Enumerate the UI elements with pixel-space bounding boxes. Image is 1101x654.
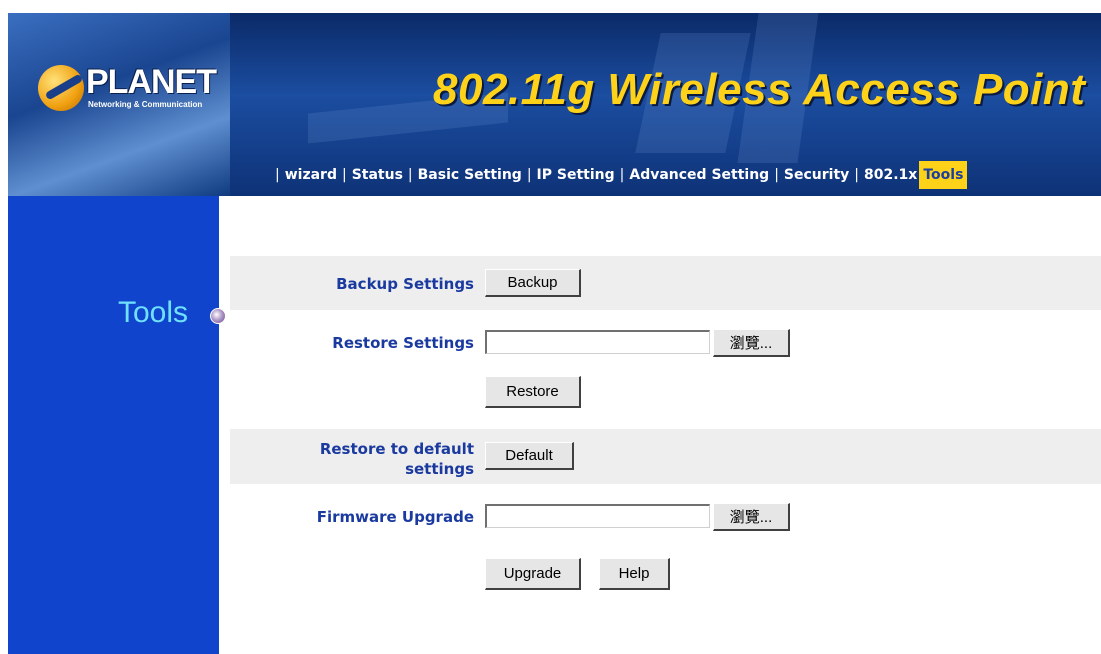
restore-button[interactable]: Restore [485,376,581,408]
bullet-icon [210,308,226,324]
default-button[interactable]: Default [485,442,574,470]
nav-separator: | [407,167,413,183]
restore-settings-label: Restore Settings [332,334,474,352]
logo-text: PLANET [86,63,217,101]
firmware-row: Firmware Upgrade 瀏覽... Upgrade Help [230,484,1101,654]
firmware-browse-button[interactable]: 瀏覽... [713,503,790,531]
nav-item-wizard[interactable]: wizard [285,167,337,183]
nav-item-basic-setting[interactable]: Basic Setting [418,167,522,183]
firmware-upgrade-label: Firmware Upgrade [316,508,474,526]
product-title: 802.11g Wireless Access Point [433,65,1086,114]
upgrade-button[interactable]: Upgrade [485,558,581,590]
nav-item-ip-setting[interactable]: IP Setting [537,167,615,183]
header-banner: PLANET Networking & Communication 802.11… [8,13,1101,196]
restore-browse-button[interactable]: 瀏覽... [713,329,790,357]
help-button[interactable]: Help [599,558,670,590]
firmware-file-input[interactable] [485,504,710,528]
nav-separator: | [854,167,860,183]
nav-item-802-1x[interactable]: 802.1x [864,167,917,183]
planet-logo: PLANET Networking & Communication [38,63,217,115]
default-row: Restore to default settings Default [230,429,1101,484]
restore-default-label-line1: Restore to default [319,440,474,458]
backup-button[interactable]: Backup [485,269,581,297]
sidebar: Tools [8,196,226,654]
nav-item-advanced-setting[interactable]: Advanced Setting [629,167,769,183]
restore-file-input[interactable] [485,330,710,354]
nav-item-status[interactable]: Status [352,167,403,183]
sidebar-title: Tools [118,296,189,329]
logo-panel: PLANET Networking & Communication [8,13,230,196]
nav-separator: | [341,167,347,183]
nav-separator: | [526,167,532,183]
top-nav: | wizard | Status | Basic Setting | IP Setting |… [270,159,968,191]
restore-row: Restore Settings 瀏覽... Restore [230,310,1101,429]
restore-default-label-line2: settings [405,460,474,478]
nav-separator: | [774,167,779,183]
logo-subtext: Networking & Communication [88,100,203,109]
nav-separator: | [275,167,280,183]
backup-row: Backup Settings Backup [230,256,1101,310]
restore-default-label: Restore to default settings [320,439,474,479]
backup-settings-label: Backup Settings [336,275,474,293]
nav-separator: | [619,167,625,183]
nav-item-security[interactable]: Security [784,167,849,183]
nav-item-tools[interactable]: Tools [919,161,968,189]
